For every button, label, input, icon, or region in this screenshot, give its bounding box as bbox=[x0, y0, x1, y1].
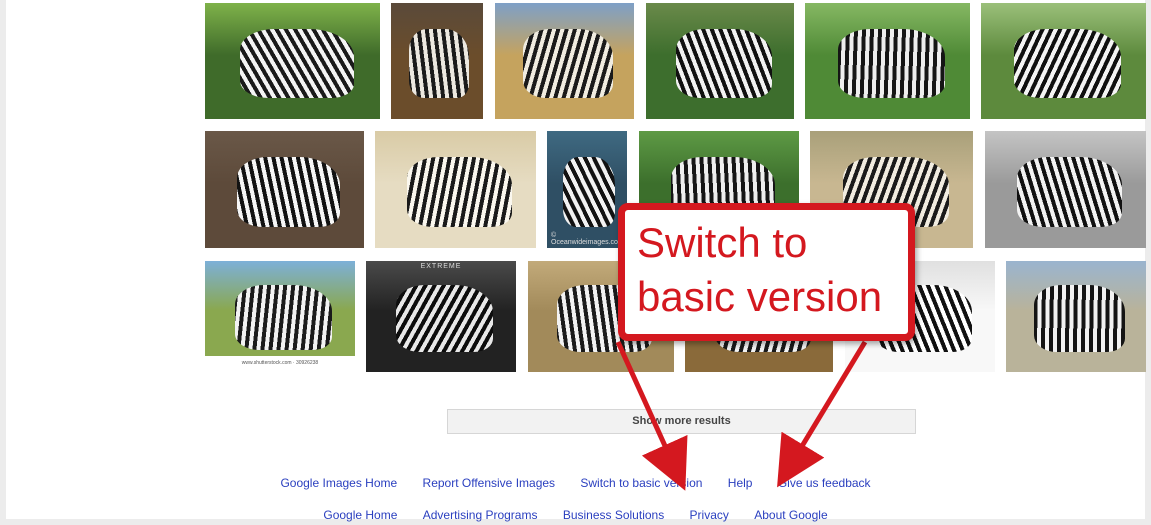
image-thumbnail[interactable] bbox=[205, 3, 380, 119]
zebra-figure bbox=[1034, 285, 1125, 352]
zebra-figure bbox=[407, 157, 512, 227]
zebra-figure bbox=[1014, 29, 1121, 98]
image-caption: www.shutterstock.com · 30926238 bbox=[205, 356, 355, 370]
callout-line-2: basic version bbox=[637, 273, 883, 320]
zebra-figure bbox=[409, 29, 469, 98]
footer-link-advertising-programs[interactable]: Advertising Programs bbox=[423, 508, 538, 522]
image-thumbnail[interactable]: EXTREME bbox=[366, 261, 516, 372]
image-thumbnail[interactable] bbox=[495, 3, 634, 119]
footer-link-about-google[interactable]: About Google bbox=[754, 508, 827, 522]
zebra-figure bbox=[838, 29, 945, 98]
zebra-figure bbox=[240, 29, 354, 98]
annotation-callout: Switch to basic version bbox=[618, 203, 915, 341]
callout-line-1: Switch to bbox=[637, 219, 808, 266]
image-thumbnail[interactable] bbox=[646, 3, 794, 119]
image-thumbnail[interactable]: © Oceanwideimages.com bbox=[547, 131, 627, 248]
footer-links-row-2: Google Home Advertising Programs Busines… bbox=[0, 508, 1151, 522]
zebra-figure bbox=[563, 157, 615, 227]
zebra-figure bbox=[523, 29, 613, 98]
zebra-figure bbox=[235, 285, 332, 350]
image-thumbnail[interactable] bbox=[985, 131, 1146, 248]
zebra-figure bbox=[1017, 157, 1122, 227]
zebra-figure bbox=[396, 285, 493, 352]
image-thumbnail[interactable] bbox=[805, 3, 970, 119]
image-thumbnail[interactable] bbox=[1006, 261, 1146, 372]
footer-link-google-home[interactable]: Google Home bbox=[323, 508, 397, 522]
footer-link-privacy[interactable]: Privacy bbox=[690, 508, 729, 522]
image-caption: EXTREME bbox=[420, 263, 462, 270]
footer-link-give-us-feedback[interactable]: Give us feedback bbox=[778, 476, 871, 490]
zebra-figure bbox=[237, 157, 340, 227]
footer-link-business-solutions[interactable]: Business Solutions bbox=[563, 508, 664, 522]
footer-link-switch-to-basic-version[interactable]: Switch to basic version bbox=[580, 476, 702, 490]
footer-links-row-1: Google Images Home Report Offensive Imag… bbox=[0, 476, 1151, 490]
image-thumbnail[interactable] bbox=[375, 131, 536, 248]
image-thumbnail[interactable] bbox=[205, 131, 364, 248]
image-caption: © Oceanwideimages.com bbox=[551, 232, 624, 246]
image-thumbnail[interactable] bbox=[981, 3, 1146, 119]
zebra-figure bbox=[676, 29, 772, 98]
footer-link-report-offensive-images[interactable]: Report Offensive Images bbox=[423, 476, 556, 490]
footer-link-google-images-home[interactable]: Google Images Home bbox=[280, 476, 397, 490]
image-thumbnail[interactable]: www.shutterstock.com · 30926238 bbox=[205, 261, 355, 370]
footer-link-help[interactable]: Help bbox=[728, 476, 753, 490]
show-more-results-button[interactable]: Show more results bbox=[447, 409, 916, 434]
image-thumbnail[interactable] bbox=[391, 3, 483, 119]
